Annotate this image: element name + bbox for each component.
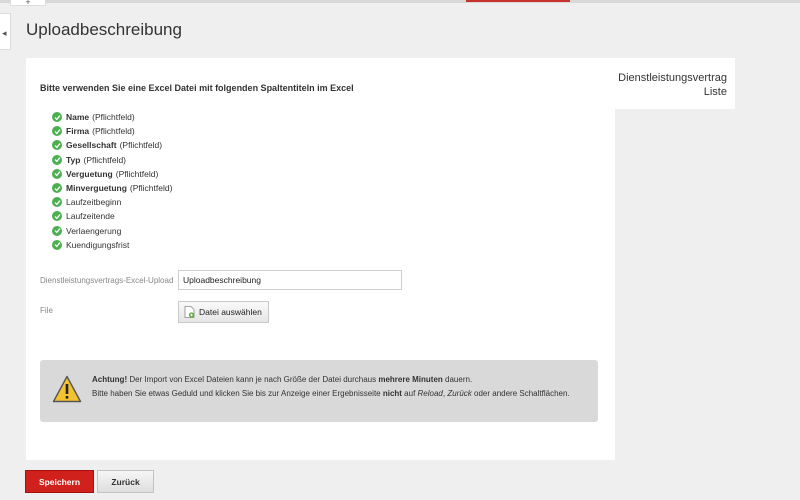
check-icon: [52, 197, 62, 208]
column-item: Typ (Pflichtfeld): [52, 153, 172, 167]
upload-description-input[interactable]: [178, 270, 402, 290]
column-item: Kuendigungsfrist: [52, 238, 172, 252]
column-name: Verguetung: [66, 168, 113, 179]
column-name: Name: [66, 112, 90, 123]
contract-list-link[interactable]: Dienstleistungsvertrag Liste: [615, 58, 735, 109]
column-item: Name (Pflichtfeld): [52, 110, 172, 124]
choose-file-button[interactable]: Datei auswählen: [178, 301, 269, 323]
required-note: (Pflichtfeld): [83, 154, 126, 165]
column-name: Verlaengerung: [66, 225, 122, 236]
save-button[interactable]: Speichern: [25, 470, 94, 493]
warning-text: Achtung! Der Import von Excel Dateien ka…: [92, 375, 570, 398]
required-note: (Pflichtfeld): [92, 126, 135, 137]
check-icon: [52, 239, 62, 250]
active-tab-indicator: [466, 0, 570, 2]
back-button[interactable]: Zurück: [97, 470, 154, 493]
warning-icon: [52, 375, 82, 403]
column-name: Typ: [66, 154, 81, 165]
check-icon: [52, 225, 62, 236]
sidebar-toggle[interactable]: ◂: [0, 13, 11, 50]
check-icon: [52, 140, 62, 151]
check-icon: [52, 183, 62, 194]
required-note: (Pflichtfeld): [129, 183, 173, 194]
file-label: File: [40, 306, 53, 315]
column-name: Kuendigungsfrist: [66, 239, 130, 250]
check-icon: [52, 154, 62, 165]
column-item: Laufzeitende: [52, 209, 172, 223]
intro-text: Bitte verwenden Sie eine Excel Datei mit…: [40, 83, 354, 93]
check-icon: [52, 112, 62, 123]
column-name: Minverguetung: [66, 183, 127, 194]
check-icon: [52, 126, 62, 137]
column-name: Laufzeitbeginn: [66, 197, 122, 208]
column-item: Verguetung (Pflichtfeld): [52, 167, 172, 181]
column-name: Firma: [66, 126, 90, 137]
top-bar: [0, 0, 800, 3]
check-icon: [52, 211, 62, 222]
column-item: Laufzeitbeginn: [52, 195, 172, 209]
contract-list-line1: Dienstleistungsvertrag: [618, 72, 727, 84]
required-note: (Pflichtfeld): [115, 168, 159, 179]
check-icon: [52, 168, 62, 179]
add-tab-button[interactable]: +: [10, 0, 46, 7]
sidebar-toggle-icon: ◂: [2, 28, 7, 38]
file-add-icon: [184, 306, 195, 318]
column-item: Gesellschaft (Pflichtfeld): [52, 138, 172, 152]
column-item: Minverguetung (Pflichtfeld): [52, 181, 172, 195]
column-name: Gesellschaft: [66, 140, 117, 151]
column-item: Verlaengerung: [52, 224, 172, 238]
upload-label: Dienstleistungsvertrags-Excel-Upload: [40, 276, 174, 285]
page-title: Uploadbeschreibung: [26, 20, 182, 39]
choose-file-label: Datei auswählen: [199, 307, 262, 317]
main-panel: Bitte verwenden Sie eine Excel Datei mit…: [26, 58, 615, 460]
required-note: (Pflichtfeld): [92, 112, 135, 123]
contract-list-line2: Liste: [703, 86, 727, 98]
required-note: (Pflichtfeld): [119, 140, 163, 151]
column-item: Firma (Pflichtfeld): [52, 124, 172, 138]
required-columns-list: Name (Pflichtfeld) Firma (Pflichtfeld) Gesel…: [52, 110, 172, 252]
column-name: Laufzeitende: [66, 211, 115, 222]
warning-alert: Achtung! Der Import von Excel Dateien ka…: [40, 360, 598, 422]
